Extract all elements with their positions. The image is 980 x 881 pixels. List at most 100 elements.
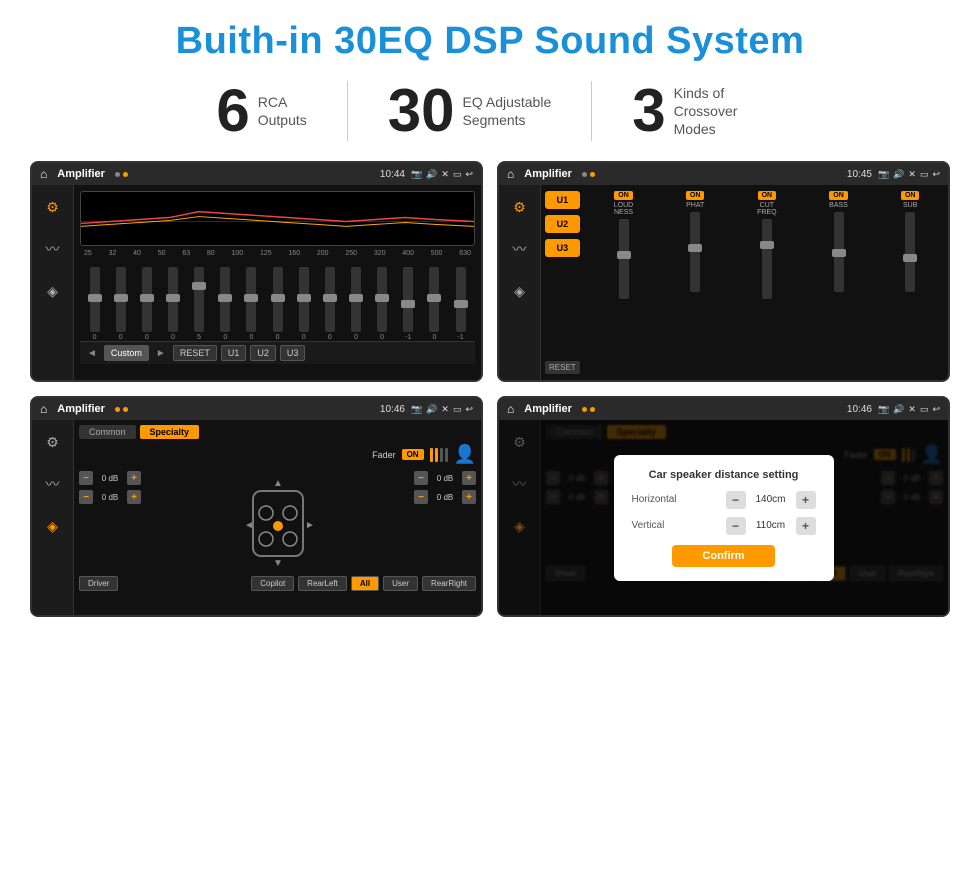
db-minus-1[interactable]: −: [79, 471, 93, 485]
db-plus-1[interactable]: +: [127, 471, 141, 485]
back-icon[interactable]: ↩: [465, 169, 473, 180]
tab-specialty[interactable]: Specialty: [140, 425, 200, 439]
dsp-dot-2: [590, 172, 595, 177]
channel-sub: ON SUB: [876, 191, 944, 374]
dsp-home-icon[interactable]: ⌂: [507, 167, 514, 181]
vertical-plus[interactable]: +: [796, 517, 816, 535]
prev-arrow[interactable]: ◄: [84, 348, 100, 359]
user-btn[interactable]: User: [383, 576, 418, 591]
battery-icon: ▭: [453, 169, 462, 180]
sub-fader[interactable]: [905, 212, 915, 292]
fader-sidebar-vol[interactable]: ◈: [39, 512, 67, 540]
fader-home-icon[interactable]: ⌂: [40, 402, 47, 416]
slider-12[interactable]: -1: [398, 267, 419, 341]
dsp-sidebar-eq[interactable]: ⚙: [506, 193, 534, 221]
eq-sliders: 0 0 0 0 5 0 0 0 0 0 0 0 -1 0 -1: [80, 261, 475, 341]
slider-10[interactable]: 0: [345, 267, 366, 341]
channel-loudness: ON LOUDNESS: [590, 191, 658, 374]
bass-fader[interactable]: [834, 212, 844, 292]
eq-u1-btn[interactable]: U1: [221, 345, 247, 361]
eq-status-icons: 📷 🔊 ✕ ▭ ↩: [411, 169, 473, 180]
rearright-btn[interactable]: RearRight: [422, 576, 476, 591]
horizontal-value: 140cm: [751, 494, 791, 505]
rearleft-btn[interactable]: RearLeft: [298, 576, 347, 591]
db-plus-2[interactable]: +: [127, 490, 141, 504]
u1-btn[interactable]: U1: [545, 191, 580, 209]
loudness-fader[interactable]: [619, 219, 629, 299]
slider-8[interactable]: 0: [293, 267, 314, 341]
slider-11[interactable]: 0: [372, 267, 393, 341]
eq-sidebar-wave[interactable]: 〰: [39, 235, 67, 263]
u2-btn[interactable]: U2: [545, 215, 580, 233]
slider-0[interactable]: 0: [84, 267, 105, 341]
cutfreq-on[interactable]: ON: [758, 191, 777, 200]
phat-label: PHAT: [686, 202, 704, 209]
slider-1[interactable]: 0: [110, 267, 131, 341]
cutfreq-fader[interactable]: [762, 219, 772, 299]
fader-back-icon[interactable]: ↩: [465, 404, 473, 415]
slider-2[interactable]: 0: [136, 267, 157, 341]
copilot-btn[interactable]: Copilot: [251, 576, 294, 591]
slider-7[interactable]: 0: [267, 267, 288, 341]
slider-4[interactable]: 5: [189, 267, 210, 341]
db-minus-4[interactable]: −: [414, 490, 428, 504]
eq-display: [80, 191, 475, 246]
speaker-right: − 0 dB + − 0 dB +: [414, 471, 476, 571]
slider-6[interactable]: 0: [241, 267, 262, 341]
slider-5[interactable]: 0: [215, 267, 236, 341]
dsp-back-icon[interactable]: ↩: [932, 169, 940, 180]
dialog-home-icon[interactable]: ⌂: [507, 402, 514, 416]
db-minus-3[interactable]: −: [414, 471, 428, 485]
db-plus-4[interactable]: +: [462, 490, 476, 504]
fader-sidebar-wave[interactable]: 〰: [39, 470, 67, 498]
vertical-minus[interactable]: −: [726, 517, 746, 535]
dsp-sidebar-vol[interactable]: ◈: [506, 277, 534, 305]
car-diagram: ▲ ▼ ◄ ►: [149, 471, 406, 571]
dsp-status-bar: ⌂ Amplifier 10:45 📷 🔊 ✕ ▭ ↩: [499, 163, 948, 185]
eq-u3-btn[interactable]: U3: [280, 345, 306, 361]
eq-custom-btn[interactable]: Custom: [104, 345, 149, 361]
camera-icon: 📷: [411, 169, 422, 180]
dialog-back-icon[interactable]: ↩: [932, 404, 940, 415]
slider-13[interactable]: 0: [424, 267, 445, 341]
slider-9[interactable]: 0: [319, 267, 340, 341]
dialog-battery-icon: ▭: [920, 404, 929, 415]
tab-common[interactable]: Common: [79, 425, 136, 439]
sub-on[interactable]: ON: [901, 191, 920, 200]
db-plus-3[interactable]: +: [462, 471, 476, 485]
loudness-label: LOUDNESS: [614, 202, 633, 216]
dsp-reset-btn[interactable]: RESET: [545, 361, 580, 374]
slider-14[interactable]: -1: [450, 267, 471, 341]
dsp-main: U1 U2 U3 RESET ON LOUDNESS: [541, 185, 948, 380]
driver-btn[interactable]: Driver: [79, 576, 118, 591]
eq-u2-btn[interactable]: U2: [250, 345, 276, 361]
bass-on[interactable]: ON: [829, 191, 848, 200]
db-val-1: 0 dB: [96, 474, 124, 483]
phat-fader[interactable]: [690, 212, 700, 292]
loudness-on[interactable]: ON: [614, 191, 633, 200]
db-minus-2[interactable]: −: [79, 490, 93, 504]
fader-on-btn[interactable]: ON: [402, 449, 424, 460]
eq-app-name: Amplifier: [57, 168, 105, 180]
eq-sidebar-eq[interactable]: ⚙: [39, 193, 67, 221]
horizontal-minus[interactable]: −: [726, 491, 746, 509]
dialog-status-icons: 📷 🔊 ✕ ▭ ↩: [878, 404, 940, 415]
db-val-3: 0 dB: [431, 474, 459, 483]
eq-reset-btn[interactable]: RESET: [173, 345, 217, 361]
all-btn[interactable]: All: [351, 576, 379, 591]
fader-left-sidebar: ⚙ 〰 ◈: [32, 420, 74, 615]
fader-sidebar-eq[interactable]: ⚙: [39, 428, 67, 456]
u3-btn[interactable]: U3: [545, 239, 580, 257]
bottom-btns: Driver Copilot RearLeft All User RearRig…: [79, 576, 476, 591]
phat-on[interactable]: ON: [686, 191, 705, 200]
home-icon[interactable]: ⌂: [40, 167, 47, 181]
horizontal-plus[interactable]: +: [796, 491, 816, 509]
next-arrow[interactable]: ►: [153, 348, 169, 359]
confirm-button[interactable]: Confirm: [672, 545, 774, 567]
sub-label: SUB: [903, 202, 917, 209]
dsp-screen: ⌂ Amplifier 10:45 📷 🔊 ✕ ▭ ↩ ⚙ 〰: [497, 161, 950, 382]
close-icon: ✕: [441, 169, 449, 180]
slider-3[interactable]: 0: [162, 267, 183, 341]
dsp-sidebar-wave[interactable]: 〰: [506, 235, 534, 263]
eq-sidebar-vol[interactable]: ◈: [39, 277, 67, 305]
